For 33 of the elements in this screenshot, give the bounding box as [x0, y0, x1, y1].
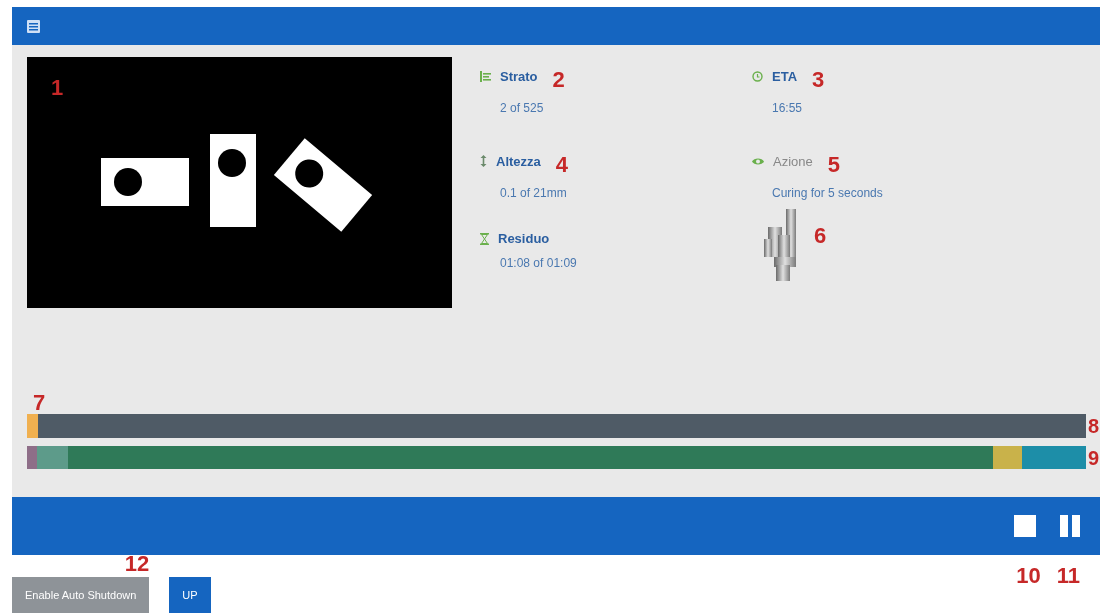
stat-value: 0.1 of 21mm [499, 186, 568, 200]
callout-number: 9 [1088, 447, 1100, 468]
callout-number: 10 [1016, 565, 1041, 590]
callout-number: 5 [827, 154, 840, 176]
hourglass-icon [480, 232, 489, 245]
stat-value: 16:55 [771, 101, 804, 115]
stop-icon [1014, 515, 1036, 537]
action-button[interactable]: UP [169, 577, 211, 613]
clock-icon [752, 70, 763, 82]
callout-number: 3 [812, 69, 825, 91]
stat-value: 2 of 525 [499, 101, 545, 115]
pause-icon [1060, 515, 1080, 537]
callout-number: 1 [51, 77, 64, 99]
stat-label: Residuo [498, 231, 550, 246]
pause-button[interactable] [1060, 515, 1080, 537]
callout-number: 4 [555, 154, 569, 176]
callout-number: 6 [814, 225, 827, 247]
callout-number: 7 [33, 392, 46, 414]
stat-value: Curing for 5 seconds [771, 186, 884, 200]
eye-icon [752, 156, 764, 166]
callout-number: 12 [124, 553, 150, 575]
stat-label: Azione [773, 153, 813, 169]
menu-icon[interactable] [27, 19, 40, 33]
stat-value: 01:08 of 01:09 [499, 256, 578, 270]
stat-label: ETA [772, 68, 798, 84]
height-icon [480, 155, 487, 167]
layers-icon [480, 70, 491, 82]
action-button[interactable]: Enable Auto Shutdown [12, 577, 150, 613]
stat-label: Strato [500, 68, 538, 84]
stat-label: Altezza [496, 153, 541, 169]
callout-number: 11 [1056, 565, 1080, 590]
callout-number: 8 [1088, 416, 1100, 436]
callout-number: 2 [552, 69, 565, 91]
